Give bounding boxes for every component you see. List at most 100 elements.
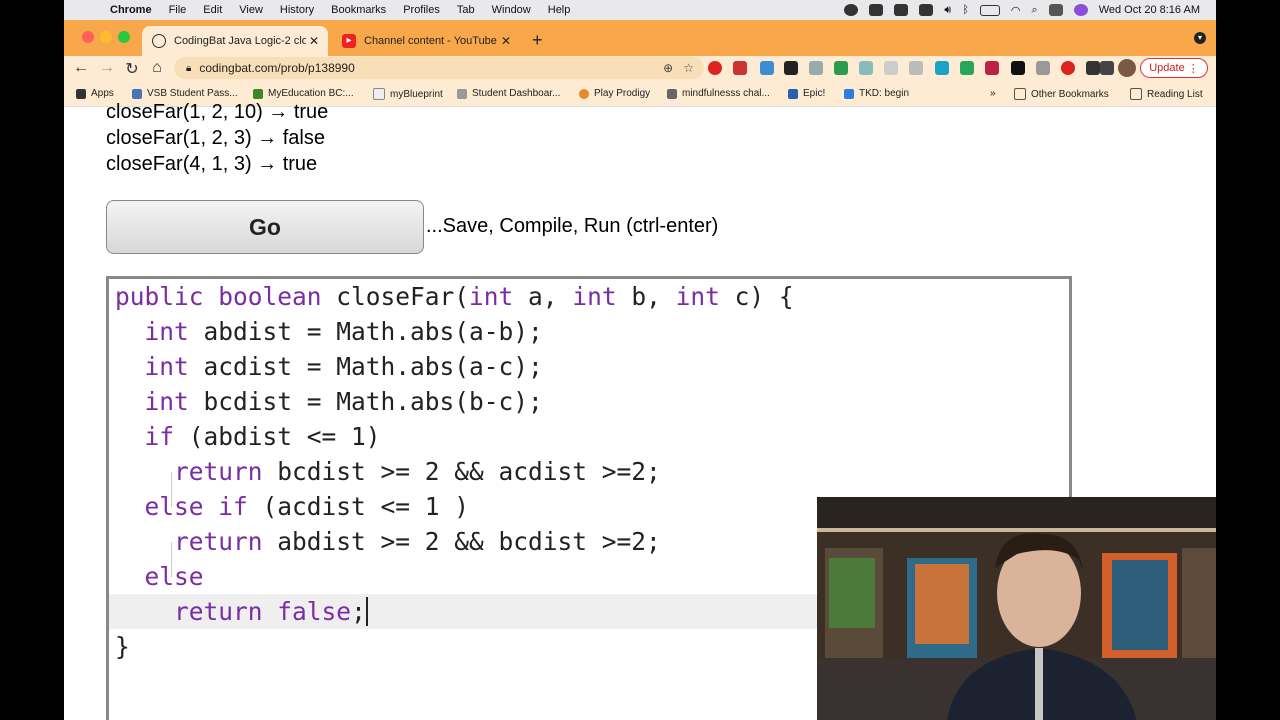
status-drive-icon[interactable]: [894, 4, 909, 16]
menu-app-name[interactable]: Chrome: [110, 4, 152, 16]
bookmark-reading-list[interactable]: Reading List: [1130, 88, 1203, 100]
control-center-icon[interactable]: [1048, 4, 1063, 16]
close-tab-icon[interactable]: ✕: [498, 34, 514, 48]
extension-icon[interactable]: [985, 61, 999, 75]
bookmark-myeducation[interactable]: MyEducation BC:...: [253, 88, 354, 99]
status-mail-icon[interactable]: [919, 4, 934, 16]
bookmark-apps[interactable]: Apps: [76, 88, 114, 99]
extension-icon[interactable]: [1061, 61, 1075, 75]
code-line[interactable]: int abdist = Math.abs(a-b);: [115, 314, 543, 349]
bookmark-student-dashboard[interactable]: Student Dashboar...: [457, 88, 560, 99]
bookmark-label: MyEducation BC:...: [268, 88, 354, 99]
extension-icon[interactable]: [834, 61, 848, 75]
siri-icon[interactable]: [1073, 4, 1088, 16]
extension-icon[interactable]: [909, 61, 923, 75]
code-line[interactable]: }: [115, 629, 130, 664]
bookmark-mindfulness[interactable]: mindfulnesss chal...: [667, 88, 770, 99]
extension-icon[interactable]: [708, 61, 722, 75]
code-line[interactable]: if (abdist <= 1): [115, 419, 381, 454]
bookmark-prodigy[interactable]: Play Prodigy: [579, 88, 650, 99]
menu-bookmarks[interactable]: Bookmarks: [331, 4, 386, 16]
bookmark-vsb[interactable]: VSB Student Pass...: [132, 88, 238, 99]
bookmark-label: Student Dashboar...: [472, 88, 561, 99]
bookmark-other[interactable]: Other Bookmarks: [1014, 88, 1109, 100]
clock[interactable]: Wed Oct 20 8:16 AM: [1099, 4, 1200, 16]
minimize-window-icon[interactable]: [100, 31, 112, 43]
menu-history[interactable]: History: [280, 4, 314, 16]
go-button[interactable]: Go: [106, 200, 424, 254]
volume-icon[interactable]: 🔊︎: [944, 4, 951, 17]
address-bar[interactable]: 🔒︎ codingbat.com/prob/p138990 ⊕ ☆: [174, 57, 704, 79]
extension-icon[interactable]: [960, 61, 974, 75]
code-token: bcdist = Math.abs(b-c);: [188, 387, 543, 416]
code-token: if: [144, 422, 175, 451]
menu-tab[interactable]: Tab: [457, 4, 475, 16]
menu-help[interactable]: Help: [548, 4, 571, 16]
code-token: c) {: [719, 282, 794, 311]
extension-icon[interactable]: [1011, 61, 1025, 75]
code-token: acdist = Math.abs(a-c);: [188, 352, 543, 381]
extension-icon[interactable]: [859, 61, 873, 75]
menu-file[interactable]: File: [169, 4, 187, 16]
wifi-icon[interactable]: ◠: [1011, 4, 1021, 17]
extension-icon[interactable]: [884, 61, 898, 75]
tab-youtube[interactable]: ▸ Channel content - YouTube Stu ✕: [332, 26, 520, 56]
forward-button[interactable]: →: [98, 59, 116, 77]
home-button[interactable]: ⌂: [148, 59, 166, 77]
search-icon[interactable]: ⌕: [1032, 4, 1038, 17]
reload-button[interactable]: ↻: [123, 59, 141, 79]
extension-icon[interactable]: [733, 61, 747, 75]
extension-icon[interactable]: [809, 61, 823, 75]
code-token: return: [174, 527, 263, 556]
code-line[interactable]: else if (acdist <= 1 ): [115, 489, 470, 524]
url-text[interactable]: codingbat.com/prob/p138990: [199, 61, 663, 75]
extension-icon[interactable]: [1086, 61, 1100, 75]
bookmark-star-icon[interactable]: ☆: [683, 61, 694, 75]
bookmark-myblueprint[interactable]: myBlueprint: [373, 88, 443, 100]
bookmark-favicon: [579, 88, 589, 99]
bookmark-favicon: [373, 88, 385, 100]
status-video-icon[interactable]: [869, 4, 884, 16]
extension-icon[interactable]: [784, 61, 798, 75]
puzzle-icon[interactable]: [1100, 61, 1114, 75]
code-line[interactable]: int bcdist = Math.abs(b-c);: [115, 384, 543, 419]
extension-icon[interactable]: [1036, 61, 1050, 75]
menu-edit[interactable]: Edit: [203, 4, 222, 16]
new-tab-button[interactable]: +: [532, 30, 550, 51]
status-app-icon[interactable]: [844, 4, 859, 16]
code-token: else if: [144, 492, 248, 521]
profile-avatar[interactable]: [1118, 59, 1136, 77]
back-button[interactable]: ←: [72, 59, 90, 77]
lock-icon[interactable]: 🔒︎: [186, 63, 191, 74]
bookmark-tkd[interactable]: TKD: begin: [844, 88, 909, 99]
close-tab-icon[interactable]: ✕: [306, 34, 322, 48]
extension-icon[interactable]: [935, 61, 949, 75]
text-cursor: [365, 597, 368, 626]
tab-search-icon[interactable]: ▾: [1194, 32, 1206, 44]
bookmark-favicon: [788, 88, 798, 99]
zoom-icon[interactable]: ⊕: [663, 61, 673, 75]
browser-toolbar: ← → ↻ ⌂ 🔒︎ codingbat.com/prob/p138990 ⊕ …: [64, 56, 1216, 82]
close-window-icon[interactable]: [82, 31, 94, 43]
menu-window[interactable]: Window: [492, 4, 531, 16]
update-button[interactable]: Update ⋮: [1140, 58, 1208, 78]
extension-icon[interactable]: [760, 61, 774, 75]
zoom-window-icon[interactable]: [118, 31, 130, 43]
menu-view[interactable]: View: [239, 4, 263, 16]
code-line[interactable]: return bcdist >= 2 && acdist >=2;: [115, 454, 661, 489]
code-line[interactable]: int acdist = Math.abs(a-c);: [115, 349, 543, 384]
bookmarks-overflow-icon[interactable]: »: [990, 88, 996, 99]
bookmark-epic[interactable]: Epic!: [788, 88, 825, 99]
menu-profiles[interactable]: Profiles: [403, 4, 440, 16]
bluetooth-icon[interactable]: ᛒ: [962, 4, 969, 16]
webcam-image: [817, 498, 1216, 720]
code-line[interactable]: public boolean closeFar(int a, int b, in…: [115, 279, 794, 314]
code-line[interactable]: else: [115, 559, 204, 594]
battery-icon[interactable]: [979, 4, 1000, 16]
tab-codingbat[interactable]: CodingBat Java Logic-2 closeF ✕: [142, 26, 328, 56]
bookmark-favicon: [457, 88, 467, 99]
code-token: int: [469, 282, 514, 311]
code-token: }: [115, 632, 130, 661]
code-line[interactable]: return abdist >= 2 && bcdist >=2;: [115, 524, 661, 559]
screen: Chrome File Edit View History Bookmarks …: [64, 0, 1216, 720]
